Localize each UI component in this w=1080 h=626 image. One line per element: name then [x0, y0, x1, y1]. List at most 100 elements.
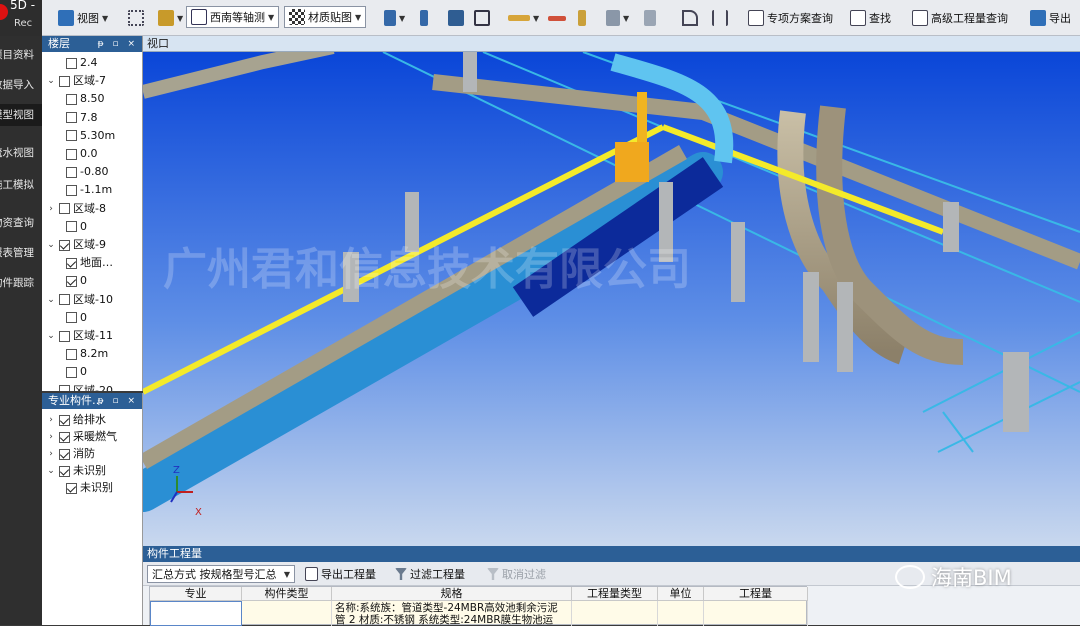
tree-item[interactable]: 5.30m	[66, 127, 115, 145]
table-cell-spec[interactable]: 名称:系统族：管道类型-24MBR高效池剩余污泥管 2 材质:不锈钢 系统类型:…	[332, 601, 572, 626]
column-header[interactable]: 工程量	[704, 587, 808, 601]
export-button[interactable]: 导出	[1030, 6, 1071, 30]
tree-checkbox[interactable]	[66, 348, 77, 360]
filter-quantity-button[interactable]: 过滤工程量	[395, 565, 465, 583]
angle-button[interactable]	[644, 6, 656, 30]
axis-grid-button[interactable]	[128, 6, 144, 30]
tree-item[interactable]: 7.8	[66, 109, 98, 127]
pen-button[interactable]: ▼	[606, 6, 629, 30]
tree-item[interactable]: 8.50	[66, 90, 105, 108]
panel-pin-icon[interactable]: ᵽ ▫ ×	[98, 393, 138, 409]
chevron-right-icon[interactable]: ›	[46, 445, 56, 463]
walk-button[interactable]: ▼	[384, 6, 405, 30]
tree-checkbox[interactable]	[59, 330, 70, 342]
axis-view-select[interactable]: 西南等轴测 ▼	[186, 6, 280, 28]
tree-item[interactable]: 0	[66, 218, 87, 236]
tree-checkbox[interactable]	[59, 203, 70, 215]
tree-checkbox[interactable]	[66, 366, 77, 378]
tree-item[interactable]: 0	[66, 363, 87, 381]
table-cell-selected[interactable]	[150, 601, 242, 626]
chevron-right-icon[interactable]: ›	[46, 428, 56, 446]
viewport[interactable]: 视口 广州君和信息技术有限公司 Z X	[143, 36, 1080, 546]
section-box-button[interactable]	[682, 6, 698, 30]
nav-model-view[interactable]: 模型视图	[0, 104, 42, 126]
column-header[interactable]: 单位	[658, 587, 704, 601]
tree-checkbox[interactable]	[66, 275, 77, 287]
chevron-down-icon[interactable]: ⌄	[46, 72, 56, 90]
tree-checkbox[interactable]	[66, 221, 77, 233]
tree-checkbox[interactable]	[66, 112, 77, 124]
nav-flow-view[interactable]: 流水视图	[0, 142, 42, 164]
tree-checkbox[interactable]	[66, 166, 77, 178]
nav-report-mgmt[interactable]: 报表管理	[0, 242, 42, 264]
tree-item[interactable]: 0	[66, 272, 87, 290]
tree-checkbox[interactable]	[66, 57, 77, 69]
tree-checkbox[interactable]	[59, 385, 70, 391]
tree-item[interactable]: 未识别	[66, 479, 113, 497]
chevron-right-icon[interactable]: ›	[46, 200, 56, 218]
tree-item[interactable]: 8.2m	[66, 345, 108, 363]
advanced-query-button[interactable]: 高级工程量查询	[912, 6, 1008, 30]
nav-project-info[interactable]: 项目资料	[0, 44, 42, 66]
nav-data-import[interactable]: 数据导入	[0, 74, 42, 96]
model-3d-view[interactable]: 广州君和信息技术有限公司 Z X	[143, 52, 1080, 546]
tree-item[interactable]: 区域-20	[46, 382, 113, 391]
tree-checkbox[interactable]	[59, 448, 70, 460]
export-quantity-button[interactable]: 导出工程量	[305, 565, 376, 583]
table-cell[interactable]	[242, 601, 332, 626]
window-button[interactable]	[474, 6, 490, 30]
column-header[interactable]: 专业	[150, 587, 242, 601]
section-tool-button[interactable]: ▼	[158, 6, 183, 30]
tree-item[interactable]: › 区域-8	[46, 200, 106, 218]
tree-checkbox[interactable]	[66, 257, 77, 269]
tree-item[interactable]: ⌄ 区域-7	[46, 72, 106, 90]
tree-checkbox[interactable]	[59, 75, 70, 87]
find-button[interactable]: 查找	[850, 6, 891, 30]
column-header[interactable]: 构件类型	[242, 587, 332, 601]
column-header[interactable]: 工程量类型	[572, 587, 658, 601]
tree-checkbox[interactable]	[59, 294, 70, 306]
tree-checkbox[interactable]	[66, 312, 77, 324]
tree-item[interactable]: › 采暖燃气	[46, 428, 117, 446]
tree-item[interactable]: -1.1m	[66, 181, 112, 199]
tree-checkbox[interactable]	[66, 148, 77, 160]
view-button[interactable]: 视图 ▼	[58, 6, 108, 30]
tree-item[interactable]: ⌄ 未识别	[46, 462, 106, 480]
tree-checkbox[interactable]	[59, 239, 70, 251]
tree-item[interactable]: 0.0	[66, 145, 98, 163]
tree-item[interactable]: ⌄ 区域-10	[46, 291, 113, 309]
cancel-filter-button[interactable]: 取消过滤	[487, 565, 546, 583]
dimension-button[interactable]	[548, 6, 566, 30]
special-query-button[interactable]: 专项方案查询	[748, 6, 833, 30]
tree-item[interactable]: › 给排水	[46, 411, 106, 429]
chevron-right-icon[interactable]: ›	[46, 411, 56, 429]
tree-item[interactable]: ⌄ 区域-11	[46, 327, 113, 345]
tree-checkbox[interactable]	[59, 465, 70, 477]
tree-checkbox[interactable]	[59, 431, 70, 443]
tree-item[interactable]: -0.80	[66, 163, 108, 181]
tree-checkbox[interactable]	[66, 482, 77, 494]
nav-construction-sim[interactable]: 施工模拟	[0, 174, 42, 196]
panel-pin-icon[interactable]: ᵽ ▫ ×	[98, 36, 138, 52]
rebar-button[interactable]	[712, 6, 728, 30]
tree-item[interactable]: 地面…	[66, 254, 113, 272]
tree-checkbox[interactable]	[66, 130, 77, 142]
layer-button[interactable]	[448, 6, 464, 30]
chevron-down-icon[interactable]: ⌄	[46, 291, 56, 309]
person-button[interactable]	[420, 6, 428, 30]
chevron-down-icon[interactable]: ⌄	[46, 462, 56, 480]
tree-checkbox[interactable]	[66, 93, 77, 105]
nav-material-query[interactable]: 物资查询	[0, 212, 42, 234]
tree-item[interactable]: › 消防	[46, 445, 95, 463]
clip-button[interactable]	[578, 6, 586, 30]
tree-item[interactable]: 2.4	[66, 54, 98, 72]
nav-component-tracking[interactable]: 构件跟踪	[0, 272, 42, 294]
tree-item[interactable]: 0	[66, 309, 87, 327]
column-header[interactable]: 规格	[332, 587, 572, 601]
chevron-down-icon[interactable]: ⌄	[46, 236, 56, 254]
table-cell[interactable]	[572, 601, 658, 626]
tree-checkbox[interactable]	[59, 414, 70, 426]
tree-checkbox[interactable]	[66, 184, 77, 196]
material-select[interactable]: 材质贴图 ▼	[284, 6, 367, 28]
chevron-down-icon[interactable]: ⌄	[46, 327, 56, 345]
